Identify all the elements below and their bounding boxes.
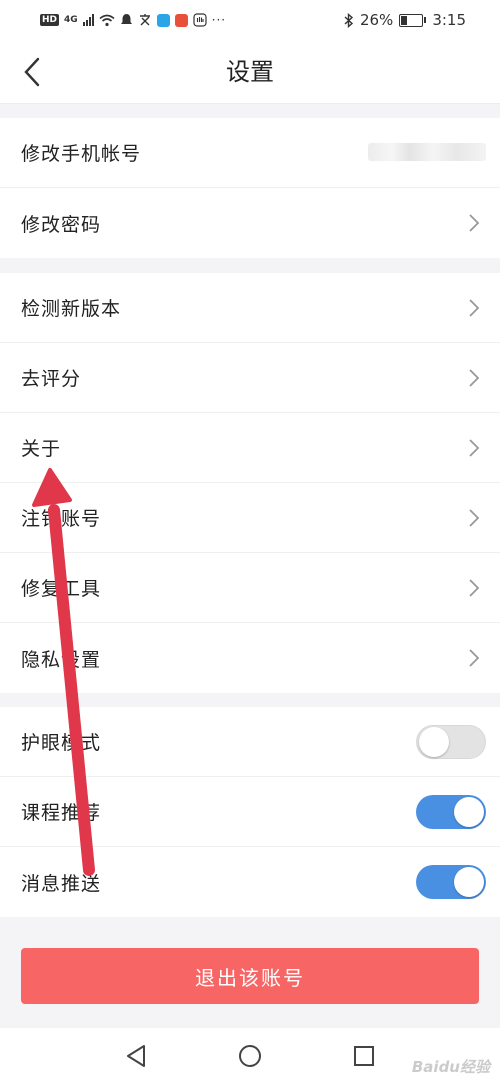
row-label: 修改密码 <box>21 213 102 236</box>
row-label: 修改手机帐号 <box>21 143 142 165</box>
chevron-right-icon <box>469 369 480 387</box>
settings-row-privacy[interactable]: 隐私设置 <box>0 623 500 693</box>
row-label: 关于 <box>21 438 62 460</box>
settings-row-course-recommend: 课程推荐 <box>0 777 500 847</box>
back-triangle-icon <box>127 1044 145 1067</box>
chevron-right-icon <box>469 509 480 527</box>
settings-row-change-phone[interactable]: 修改手机帐号 <box>0 118 500 188</box>
row-label: 修复工具 <box>21 578 102 600</box>
eye-care-toggle[interactable] <box>416 725 486 759</box>
recents-square-icon <box>354 1045 374 1066</box>
chevron-right-icon <box>469 649 480 667</box>
settings-row-delete-account[interactable]: 注销账号 <box>0 483 500 553</box>
app-icon <box>174 13 188 27</box>
toggle-knob <box>454 797 484 827</box>
battery-icon <box>399 13 427 27</box>
nav-home-button[interactable] <box>236 1042 264 1070</box>
push-notifications-toggle[interactable] <box>416 865 486 899</box>
status-left: HD 4G ··· <box>40 13 226 27</box>
home-circle-icon <box>239 1044 261 1067</box>
page-title: 设置 <box>226 58 274 86</box>
chevron-right-icon <box>469 299 480 317</box>
toggle-knob <box>454 867 484 897</box>
more-dots: ··· <box>211 13 227 27</box>
signal-icon <box>82 14 94 26</box>
settings-row-eye-care: 护眼模式 <box>0 707 500 777</box>
app-header: 设置 <box>0 40 500 104</box>
settings-row-check-update[interactable]: 检测新版本 <box>0 273 500 343</box>
course-recommend-toggle[interactable] <box>416 795 486 829</box>
row-label: 课程推荐 <box>21 802 102 824</box>
settings-row-push-notifications: 消息推送 <box>0 847 500 917</box>
general-settings-group: 检测新版本 去评分 关于 注销账号 修复工具 隐私设置 <box>0 273 500 693</box>
nav-recents-button[interactable] <box>350 1042 378 1070</box>
row-label: 消息推送 <box>21 872 102 895</box>
baidu-watermark: Baidu经验 <box>411 1058 490 1076</box>
row-label: 注销账号 <box>21 508 102 530</box>
toggle-knob <box>419 727 449 757</box>
status-right: 26% 3:15 <box>344 11 466 29</box>
nav-back-button[interactable] <box>122 1042 150 1070</box>
notification-icon <box>120 14 132 24</box>
row-label: 护眼模式 <box>21 732 102 754</box>
hand-icon <box>193 13 207 27</box>
hd-badge: HD <box>40 14 60 26</box>
toggle-settings-group: 护眼模式 课程推荐 消息推送 <box>0 707 500 917</box>
network-type: 4G <box>64 15 78 25</box>
search-app-icon <box>156 13 170 27</box>
redacted-phone-value <box>368 143 486 161</box>
row-label: 去评分 <box>21 368 82 390</box>
settings-row-rate[interactable]: 去评分 <box>0 343 500 413</box>
bluetooth-icon <box>344 12 354 28</box>
status-bar: HD 4G ··· 26% 3:15 <box>0 0 500 40</box>
translate-icon <box>139 14 150 26</box>
settings-row-change-password[interactable]: 修改密码 <box>0 188 500 258</box>
chevron-right-icon <box>469 214 480 232</box>
row-label: 隐私设置 <box>21 648 102 671</box>
chevron-right-icon <box>469 439 480 457</box>
settings-row-about[interactable]: 关于 <box>0 413 500 483</box>
battery-percent: 26% <box>359 11 394 29</box>
row-label: 检测新版本 <box>21 298 122 320</box>
logout-button[interactable]: 退出该账号 <box>21 948 479 1004</box>
wifi-icon <box>99 14 115 26</box>
clock: 3:15 <box>432 11 466 29</box>
chevron-right-icon <box>469 579 480 597</box>
account-settings-group: 修改手机帐号 修改密码 <box>0 118 500 258</box>
settings-row-repair-tool[interactable]: 修复工具 <box>0 553 500 623</box>
